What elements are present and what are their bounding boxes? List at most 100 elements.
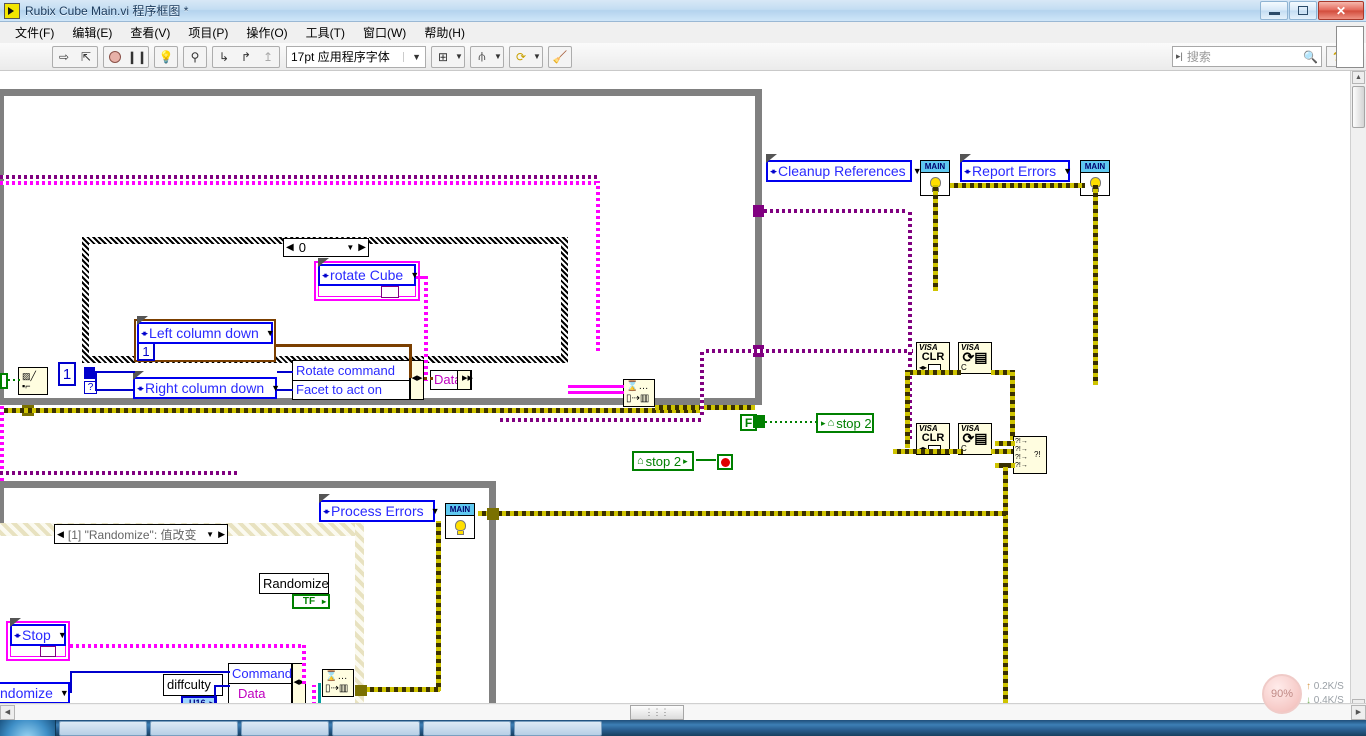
menu-project[interactable]: 项目(P) bbox=[179, 22, 237, 43]
merge-errors-output-icon: ?! bbox=[1034, 450, 1041, 459]
merge-errors-inputs-icon: ?!→ ?!→ ?!→ ?!→ bbox=[1015, 438, 1028, 469]
tunnel-olive-process-errors[interactable] bbox=[487, 508, 499, 520]
cleanup-diagram-icon[interactable]: 🧹 bbox=[549, 47, 571, 67]
magnifier-icon[interactable]: 🔍 bbox=[1303, 50, 1318, 64]
left-column-down-enum[interactable]: ◂▸ Left column down ▼ bbox=[137, 316, 275, 344]
chevron-down-icon[interactable]: ▼ bbox=[204, 530, 216, 539]
chevron-down-icon[interactable]: ▼ bbox=[403, 51, 421, 62]
menu-tools[interactable]: 工具(T) bbox=[297, 22, 354, 43]
pause-icon[interactable]: ❙❙ bbox=[126, 47, 148, 67]
minimize-button[interactable] bbox=[1260, 1, 1288, 20]
visa-close-node-1[interactable]: VISA ⟳▤ C bbox=[958, 342, 992, 374]
search-scope-icon[interactable]: ▸| bbox=[1176, 51, 1183, 62]
randomize-label-node[interactable]: Randomize bbox=[259, 573, 329, 594]
menu-operate[interactable]: 操作(O) bbox=[237, 22, 296, 43]
randomize-enum-control[interactable]: ndomize ▼ bbox=[0, 682, 70, 704]
resize-chevron-icon[interactable]: ▼ bbox=[532, 47, 542, 67]
run-arrow-icon[interactable]: ⇨ bbox=[53, 47, 75, 67]
chevron-down-icon[interactable]: ▼ bbox=[431, 506, 440, 516]
loop-tunnel-blue-left[interactable] bbox=[84, 367, 95, 379]
step-out-icon[interactable]: ↥ bbox=[257, 47, 279, 67]
close-button[interactable]: ✕ bbox=[1318, 1, 1364, 20]
retain-wire-values-icon[interactable]: ⚲ bbox=[184, 47, 206, 67]
process-errors-subvi-icon[interactable]: MAIN bbox=[445, 503, 475, 539]
abort-execution-icon[interactable] bbox=[104, 47, 126, 67]
visa-close-node-2[interactable]: VISA ⟳▤ C bbox=[958, 423, 992, 455]
chevron-down-icon[interactable]: ▼ bbox=[58, 630, 67, 640]
right-column-down-enum[interactable]: ◂▸ Right column down ▼ bbox=[133, 371, 280, 399]
horizontal-scroll-track[interactable]: ⋮⋮⋮ bbox=[15, 704, 1351, 720]
wire-pink-bus-vertical bbox=[596, 181, 600, 351]
stop2-local-variable-left[interactable]: ⌂ stop 2 ▸ bbox=[632, 451, 694, 471]
align-chevron-icon[interactable]: ▼ bbox=[454, 47, 464, 67]
search-input[interactable]: ▸| 搜索 🔍 bbox=[1172, 46, 1322, 67]
stop2-local-variable-right[interactable]: ▸ ⌂ stop 2 bbox=[816, 413, 874, 433]
left-green-terminal[interactable] bbox=[0, 373, 8, 389]
event-case-selector[interactable]: ◀ [1] "Randomize": 值改变 ▼ ▶ bbox=[54, 524, 228, 544]
visa-body: CLR bbox=[921, 432, 945, 444]
process-errors-subvi-label[interactable]: ◂▸ Process Errors ▼ bbox=[319, 494, 440, 522]
event-next-arrow-icon[interactable]: ▶ bbox=[216, 529, 227, 540]
tunnel-purple-top[interactable] bbox=[753, 205, 764, 217]
wire-blue-difficulty-v bbox=[214, 685, 216, 703]
resize-objects-icon[interactable]: ⟳ bbox=[510, 47, 532, 67]
rotate-command-cluster[interactable]: Rotate command Facet to act on bbox=[292, 360, 410, 400]
menu-edit[interactable]: 编辑(E) bbox=[63, 22, 121, 43]
highlight-execution-bulb-icon[interactable]: 💡 bbox=[155, 47, 177, 67]
cleanup-references-subvi-label[interactable]: ◂▸ Cleanup References ▼ bbox=[766, 154, 922, 182]
taskbar-item[interactable] bbox=[241, 721, 329, 736]
menu-help[interactable]: 帮助(H) bbox=[415, 22, 474, 43]
case-prev-arrow-icon[interactable]: ◀ bbox=[284, 242, 296, 253]
vertical-scroll-thumb[interactable] bbox=[1352, 86, 1365, 128]
chevron-down-icon[interactable]: ▼ bbox=[1063, 166, 1072, 176]
taskbar-item[interactable] bbox=[514, 721, 602, 736]
taskbar-item[interactable] bbox=[332, 721, 420, 736]
block-diagram-canvas[interactable]: ◀ 0 ▼ ▶ ◂▸ rotate Cube ▼ ◂▸ Left column … bbox=[0, 71, 1366, 712]
event-prev-arrow-icon[interactable]: ◀ bbox=[55, 529, 66, 540]
case-next-arrow-icon[interactable]: ▶ bbox=[356, 242, 368, 253]
labview-vi-icon bbox=[4, 2, 20, 19]
run-continuously-icon[interactable]: ⇱ bbox=[75, 47, 97, 67]
tunnel-green-false[interactable] bbox=[753, 415, 765, 428]
wire-rotate-cube-out-v bbox=[424, 276, 428, 381]
horizontal-scrollbar[interactable]: ◀ ⋮⋮⋮ ▶ bbox=[0, 703, 1366, 720]
start-button[interactable] bbox=[0, 720, 56, 736]
step-into-icon[interactable]: ↳ bbox=[213, 47, 235, 67]
randomize-boolean-terminal[interactable]: TF ▸ bbox=[292, 594, 330, 609]
menu-file[interactable]: 文件(F) bbox=[6, 22, 63, 43]
numeric-constant-one[interactable]: 1 bbox=[58, 362, 76, 386]
align-objects-icon[interactable]: ⊞ bbox=[432, 47, 454, 67]
command-data-cluster[interactable]: Command Data bbox=[228, 663, 292, 704]
report-errors-label: Report Errors bbox=[972, 163, 1057, 179]
windows-taskbar[interactable] bbox=[0, 720, 1366, 736]
report-errors-subvi-label[interactable]: ◂▸ Report Errors ▼ bbox=[960, 154, 1072, 182]
scroll-right-arrow-icon[interactable]: ▶ bbox=[1351, 704, 1366, 720]
wire-purple-right-top bbox=[764, 209, 912, 213]
wire-pink-into-enqueue-2 bbox=[568, 391, 624, 394]
distribute-chevron-icon[interactable]: ▼ bbox=[493, 47, 503, 67]
chevron-down-icon[interactable]: ▼ bbox=[344, 243, 356, 252]
chevron-down-icon[interactable]: ▼ bbox=[271, 383, 280, 393]
case-selector-rotate[interactable]: ◀ 0 ▼ ▶ bbox=[283, 238, 369, 257]
horizontal-scroll-thumb[interactable]: ⋮⋮⋮ bbox=[629, 704, 684, 720]
taskbar-item[interactable] bbox=[150, 721, 238, 736]
bundle-arrow-icon-bottom: ◂▸ bbox=[293, 676, 305, 688]
font-selector[interactable]: 17pt 应用程序字体 ▼ bbox=[286, 45, 426, 68]
rotate-cube-label: rotate Cube bbox=[330, 267, 404, 283]
scroll-left-arrow-icon[interactable]: ◀ bbox=[0, 704, 15, 720]
restore-button[interactable] bbox=[1289, 1, 1317, 20]
scroll-up-arrow-icon[interactable]: ▲ bbox=[1352, 71, 1365, 84]
step-over-icon[interactable]: ↱ bbox=[235, 47, 257, 67]
vertical-scrollbar[interactable]: ▲ ▼ bbox=[1350, 71, 1366, 712]
menu-window[interactable]: 窗口(W) bbox=[354, 22, 415, 43]
distribute-objects-icon[interactable]: ⫛ bbox=[471, 47, 493, 67]
taskbar-item[interactable] bbox=[423, 721, 511, 736]
tunnel-olive-enqueue-bottom[interactable] bbox=[355, 685, 367, 696]
taskbar-item[interactable] bbox=[59, 721, 147, 736]
stop-enum[interactable]: ◂▸ Stop ▼ bbox=[10, 618, 67, 646]
chevron-down-icon[interactable]: ▼ bbox=[60, 688, 69, 698]
chevron-down-icon[interactable]: ▼ bbox=[266, 328, 275, 338]
stop-primitive-top[interactable] bbox=[717, 454, 733, 470]
rotate-cube-enum[interactable]: ◂▸ rotate Cube ▼ bbox=[318, 258, 419, 286]
menu-view[interactable]: 查看(V) bbox=[121, 22, 179, 43]
